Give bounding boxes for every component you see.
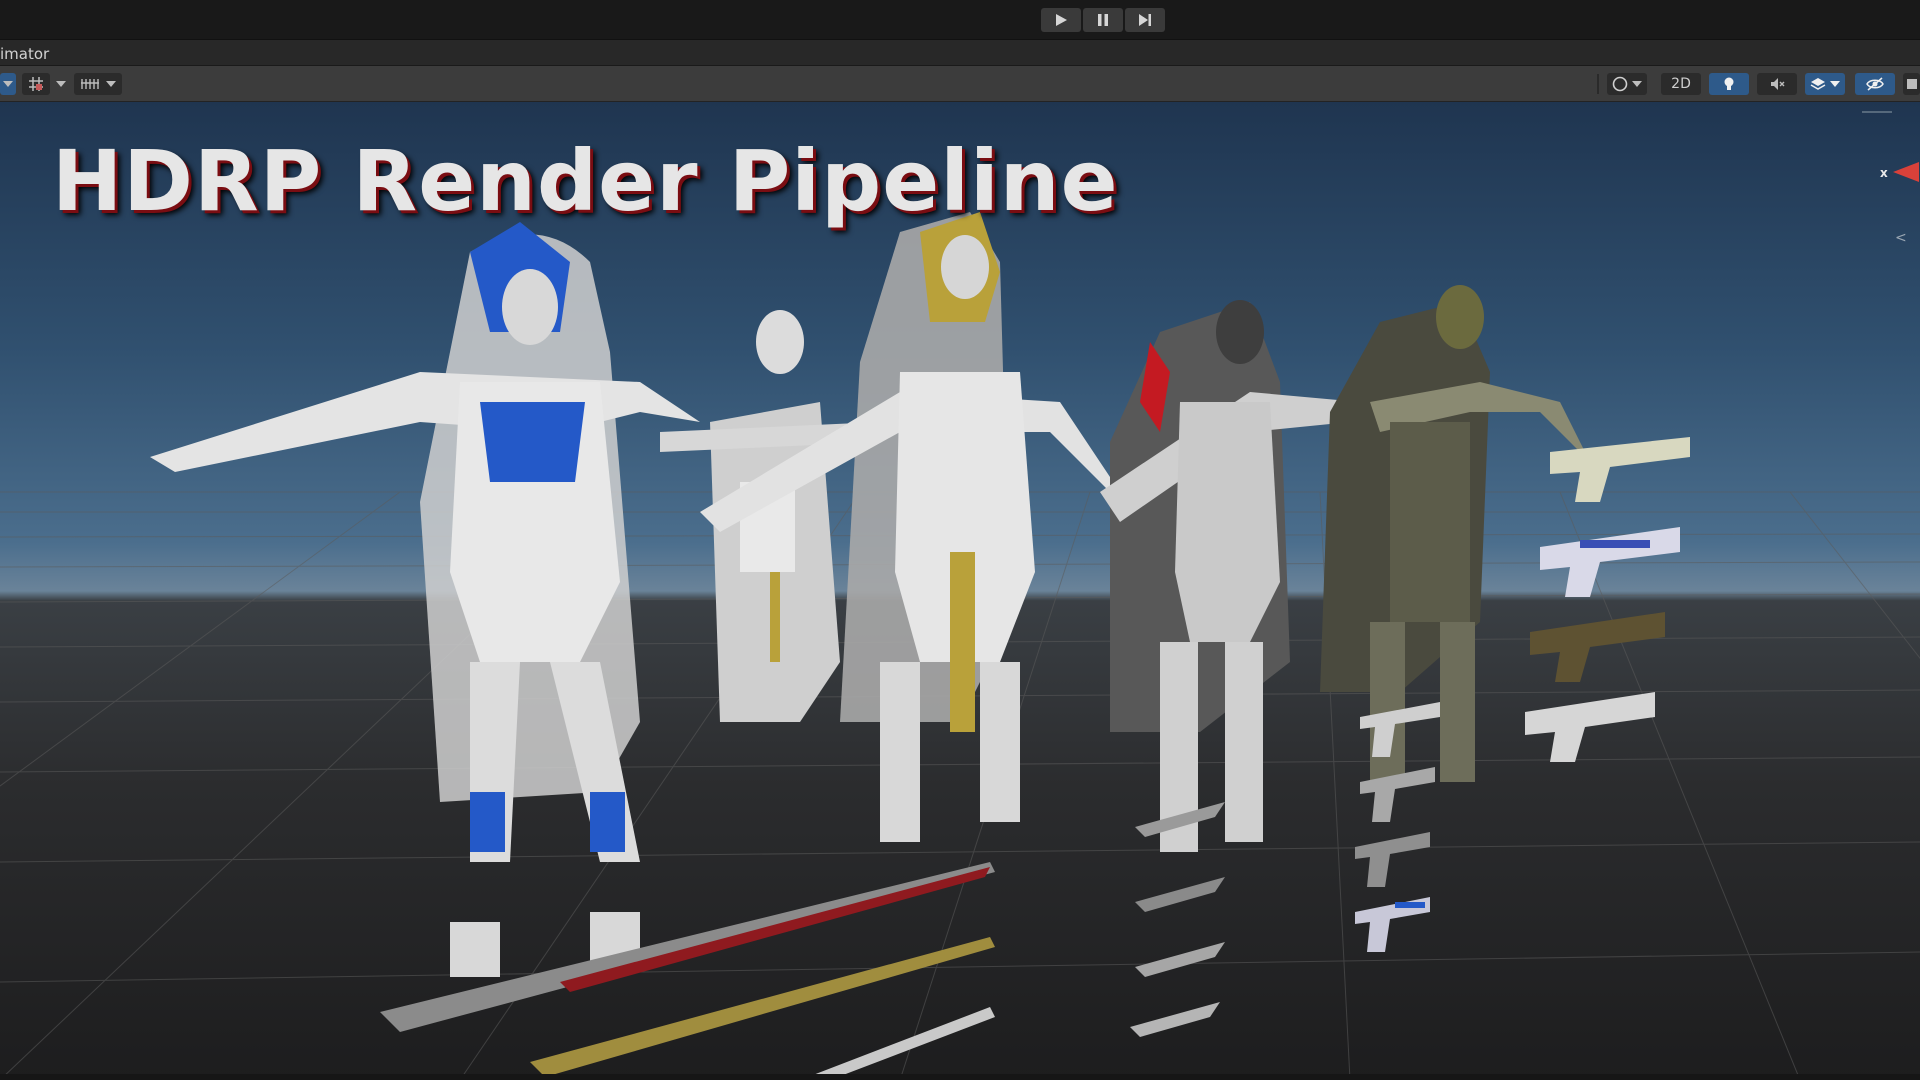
- chevron-down-icon: [3, 81, 13, 87]
- audio-toggle[interactable]: [1757, 73, 1797, 95]
- play-controls: [1041, 8, 1165, 32]
- toolbar-divider: [1597, 74, 1599, 94]
- scene-visibility-toggle[interactable]: [1855, 73, 1895, 95]
- gizmos-icon: [1906, 79, 1917, 89]
- scene-render: [0, 212, 1920, 1080]
- grid-snap-button[interactable]: [22, 73, 50, 95]
- shading-mode-button[interactable]: [1607, 73, 1647, 95]
- grid-snap-icon: [29, 77, 43, 91]
- shading-mode-icon: [1612, 76, 1628, 92]
- gizmo-header-bar: [1862, 111, 1892, 113]
- gizmo-x-axis-icon[interactable]: [1893, 162, 1919, 182]
- bottom-border: [0, 1074, 1920, 1080]
- gizmo-x-label: x: [1880, 166, 1888, 180]
- step-icon: [1139, 14, 1151, 26]
- window-tab-bar: imator: [0, 40, 1920, 66]
- lighting-toggle[interactable]: [1709, 73, 1749, 95]
- play-button[interactable]: [1041, 8, 1081, 32]
- chevron-down-icon: [1632, 81, 1642, 87]
- pause-icon: [1098, 14, 1108, 26]
- play-mode-bar: [0, 0, 1920, 40]
- chevron-down-icon: [56, 81, 66, 87]
- chevron-down-icon: [1830, 81, 1840, 87]
- audio-mute-icon: [1771, 78, 1785, 90]
- eye-slash-icon: [1866, 77, 1884, 91]
- character-camo-armor: [1320, 285, 1590, 782]
- chevron-down-icon: [106, 81, 116, 87]
- scene-viewport[interactable]: HDRP Render Pipeline x <: [0, 102, 1920, 1080]
- lightbulb-icon: [1724, 77, 1734, 90]
- pause-button[interactable]: [1083, 8, 1123, 32]
- gizmo-perspective-label[interactable]: <: [1895, 230, 1907, 246]
- grid-snap-dropdown[interactable]: [54, 73, 68, 95]
- step-button[interactable]: [1125, 8, 1165, 32]
- increment-snap-icon: [81, 79, 99, 89]
- increment-snap-button[interactable]: [74, 73, 122, 95]
- animator-tab[interactable]: imator: [0, 45, 49, 63]
- tool-dropdown-button[interactable]: [0, 73, 16, 95]
- layers-icon: [1810, 78, 1826, 90]
- effects-toggle[interactable]: [1805, 73, 1845, 95]
- gizmos-button[interactable]: [1903, 73, 1920, 95]
- mode-2d-button[interactable]: 2D: [1661, 73, 1701, 95]
- headline-title: HDRP Render Pipeline: [52, 132, 1119, 230]
- scene-toolbar: 2D: [0, 66, 1920, 102]
- character-blue-armor: [150, 222, 700, 977]
- weapon-rifles: [1525, 437, 1690, 762]
- play-icon: [1056, 14, 1067, 26]
